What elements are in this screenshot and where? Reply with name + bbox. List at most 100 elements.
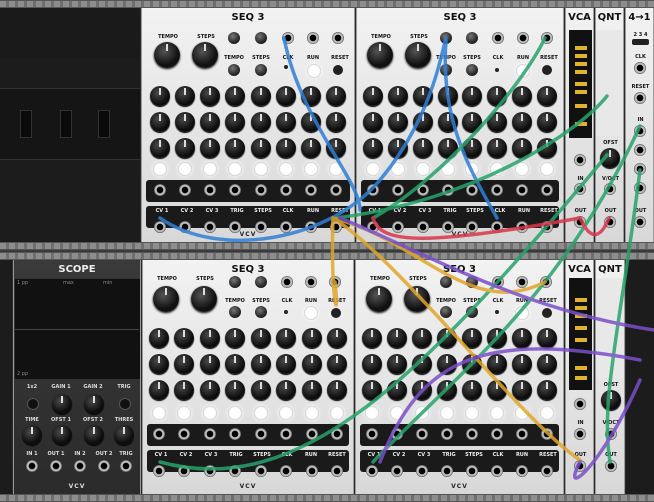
step-knob[interactable] <box>363 138 383 158</box>
gate-out-jack[interactable] <box>330 184 342 196</box>
qnt-note-buttons[interactable] <box>596 30 623 136</box>
gate-button[interactable] <box>330 406 344 420</box>
reset-knob[interactable] <box>466 32 478 44</box>
gate-out-jack[interactable] <box>304 184 317 196</box>
reset-in-jack[interactable] <box>332 32 344 44</box>
step-knob[interactable] <box>412 328 432 348</box>
vca-cv-jack[interactable] <box>574 154 586 166</box>
qnt-offset-knob[interactable] <box>600 148 620 168</box>
tempo-knob[interactable] <box>366 286 392 312</box>
output-jack[interactable] <box>541 221 553 233</box>
step-knob[interactable] <box>512 86 533 106</box>
run-button[interactable] <box>515 306 529 320</box>
step-knob[interactable] <box>225 86 246 106</box>
reset-button[interactable] <box>331 308 341 318</box>
step-knob[interactable] <box>387 112 408 132</box>
step-knob[interactable] <box>326 112 346 132</box>
reset-button[interactable] <box>542 308 552 318</box>
step-knob[interactable] <box>412 112 433 132</box>
step-knob[interactable] <box>225 138 246 158</box>
step-knob[interactable] <box>512 138 533 158</box>
step-knob[interactable] <box>225 380 246 400</box>
reset-in-jack[interactable] <box>329 276 341 288</box>
step-knob[interactable] <box>200 112 221 132</box>
steps-cv-knob[interactable] <box>466 306 478 318</box>
run-in-jack[interactable] <box>516 276 528 288</box>
clk-in-jack[interactable] <box>282 32 294 44</box>
gate-button[interactable] <box>490 162 505 176</box>
qnt-in-jack[interactable] <box>605 428 617 440</box>
output-jack[interactable] <box>331 465 343 477</box>
step-knob[interactable] <box>326 86 346 106</box>
gate-button[interactable] <box>515 406 529 420</box>
step-knob[interactable] <box>387 138 408 158</box>
gate-button[interactable] <box>253 406 268 420</box>
vca-out-jack[interactable] <box>574 460 586 472</box>
step-knob[interactable] <box>199 354 220 374</box>
clk-in-jack[interactable] <box>492 32 504 44</box>
output-jack[interactable] <box>416 465 428 477</box>
step-knob[interactable] <box>462 86 483 106</box>
vca-in-jack[interactable] <box>574 428 586 440</box>
output-jack[interactable] <box>391 465 403 477</box>
reset-in-jack[interactable] <box>540 276 552 288</box>
step-knob[interactable] <box>437 138 458 158</box>
step-knob[interactable] <box>300 112 321 132</box>
gate-button[interactable] <box>515 162 530 176</box>
step-knob[interactable] <box>387 380 407 400</box>
steps-cv-knob[interactable] <box>255 64 267 76</box>
step-knob[interactable] <box>150 138 170 158</box>
reset-jack[interactable] <box>634 92 646 104</box>
step-knob[interactable] <box>462 138 483 158</box>
output-jack[interactable] <box>367 221 379 233</box>
step-knob[interactable] <box>200 86 221 106</box>
gate-out-jack[interactable] <box>254 428 267 440</box>
step-knob[interactable] <box>412 86 433 106</box>
gate-button[interactable] <box>279 406 294 420</box>
output-jack[interactable] <box>154 221 166 233</box>
step-knob[interactable] <box>363 86 383 106</box>
step-knob[interactable] <box>387 328 407 348</box>
gate-out-jack[interactable] <box>541 184 553 196</box>
gate-out-jack[interactable] <box>416 428 428 440</box>
out-jack[interactable] <box>634 216 646 228</box>
step-knob[interactable] <box>225 354 246 374</box>
qnt-out-jack[interactable] <box>605 460 617 472</box>
gate-out-jack[interactable] <box>391 184 404 196</box>
output-jack[interactable] <box>203 465 216 477</box>
gate-out-jack[interactable] <box>279 184 292 196</box>
run-in-jack[interactable] <box>307 32 319 44</box>
step-knob[interactable] <box>387 86 408 106</box>
reset-in-jack[interactable] <box>541 32 553 44</box>
step-knob[interactable] <box>512 328 532 348</box>
gate-out-jack[interactable] <box>367 184 379 196</box>
scope-in1-jack[interactable] <box>26 460 38 472</box>
step-knob[interactable] <box>174 380 195 400</box>
step-knob[interactable] <box>487 380 507 400</box>
step-knob[interactable] <box>276 380 297 400</box>
gate-out-jack[interactable] <box>331 428 343 440</box>
gate-out-jack[interactable] <box>491 428 503 440</box>
step-knob[interactable] <box>275 138 296 158</box>
scope-in2-jack[interactable] <box>74 460 86 472</box>
gate-button[interactable] <box>390 162 405 176</box>
gate-out-jack[interactable] <box>416 184 429 196</box>
gate-button[interactable] <box>329 162 343 176</box>
step-knob[interactable] <box>174 354 195 374</box>
qnt-note-buttons[interactable] <box>596 278 624 378</box>
output-jack[interactable] <box>491 465 503 477</box>
gate-button[interactable] <box>228 162 243 176</box>
steps-knob[interactable] <box>191 286 217 312</box>
step-knob[interactable] <box>275 86 296 106</box>
step-knob[interactable] <box>362 380 382 400</box>
trig-button[interactable] <box>119 398 131 410</box>
ofst1-knob[interactable] <box>52 425 72 445</box>
scope-out2-jack[interactable] <box>98 460 110 472</box>
gate-button[interactable] <box>278 162 293 176</box>
step-knob[interactable] <box>487 112 508 132</box>
gate-out-jack[interactable] <box>154 184 166 196</box>
gate-button[interactable] <box>153 162 167 176</box>
output-jack[interactable] <box>366 465 378 477</box>
step-knob[interactable] <box>437 86 458 106</box>
step-knob[interactable] <box>199 328 220 348</box>
